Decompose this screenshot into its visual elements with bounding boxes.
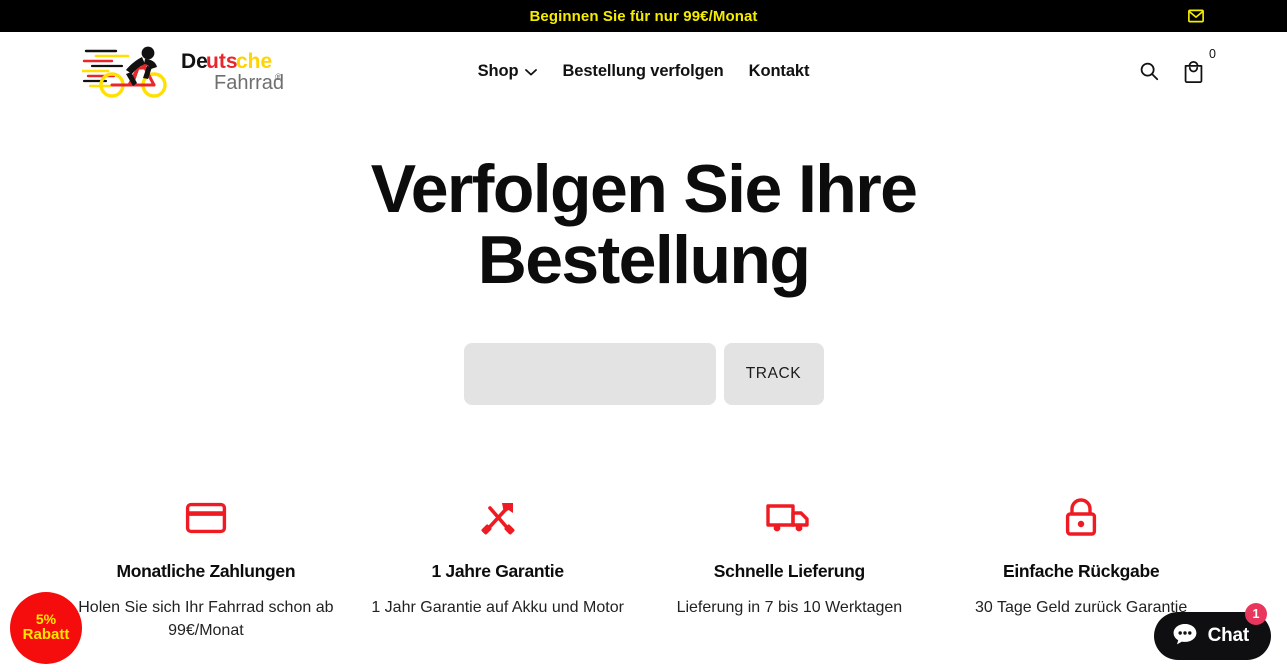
- feature-title: Schnelle Lieferung: [713, 560, 865, 581]
- svg-text:Fahrrad: Fahrrad: [214, 72, 284, 94]
- feature-lieferung: Schnelle Lieferung Lieferung in 7 bis 10…: [644, 495, 936, 643]
- svg-text:De: De: [181, 50, 208, 73]
- nav-item-shop-label: Shop: [477, 61, 519, 80]
- feature-description: Lieferung in 7 bis 10 Werktagen: [676, 598, 903, 616]
- page-title: Verfolgen Sie Ihre Bestellung: [194, 151, 1094, 299]
- nav-item-shop[interactable]: Shop: [478, 62, 538, 81]
- lock-icon: [953, 495, 1209, 541]
- hero-section: Verfolgen Sie Ihre Bestellung TRACK: [0, 110, 1287, 405]
- chat-widget[interactable]: Chat 1: [1153, 603, 1271, 660]
- features-section: Monatliche Zahlungen Holen Sie sich Ihr …: [0, 495, 1287, 643]
- feature-title: Einfache Rückgabe: [1002, 560, 1160, 581]
- feature-garantie: 1 Jahre Garantie 1 Jahr Garantie auf Akk…: [352, 495, 644, 643]
- nav-item-kontakt-label: Kontakt: [748, 61, 810, 80]
- feature-title: Monatliche Zahlungen: [116, 560, 296, 581]
- feature-title: 1 Jahre Garantie: [431, 560, 564, 581]
- cart-button[interactable]: 0: [1182, 48, 1216, 84]
- mail-icon[interactable]: [1187, 7, 1205, 25]
- svg-text:®: ®: [275, 72, 282, 82]
- logo-wordmark: De uts che Fahrrad ®: [180, 46, 284, 96]
- site-header: De uts che Fahrrad ® Shop Bestellung ver…: [0, 32, 1287, 110]
- credit-card-icon: [78, 495, 334, 541]
- announcement-text: Beginnen Sie für nur 99€/Monat: [529, 7, 758, 25]
- track-button[interactable]: TRACK: [723, 342, 824, 405]
- cart-count-badge: 0: [1209, 47, 1216, 61]
- feature-description: 1 Jahr Garantie auf Akku und Motor: [371, 598, 624, 616]
- chat-label: Chat: [1207, 625, 1250, 646]
- feature-description: Holen Sie sich Ihr Fahrrad schon ab 99€/…: [78, 598, 334, 640]
- tools-icon: [370, 495, 626, 541]
- chat-unread-badge: 1: [1245, 603, 1267, 625]
- page-title-line-1: Verfolgen Sie Ihre: [370, 151, 918, 227]
- chat-bubble-icon: [1172, 622, 1198, 651]
- shopping-bag-icon: [1182, 59, 1205, 84]
- header-actions: 0: [1138, 48, 1216, 84]
- search-icon[interactable]: [1138, 60, 1160, 82]
- svg-text:che: che: [236, 50, 272, 73]
- feature-monatliche-zahlungen: Monatliche Zahlungen Holen Sie sich Ihr …: [60, 495, 352, 643]
- cyclist-icon: [80, 43, 176, 99]
- order-number-input[interactable]: [463, 342, 716, 405]
- discount-percent: 5%: [35, 611, 57, 628]
- order-tracking-form: TRACK: [0, 342, 1287, 405]
- site-logo[interactable]: De uts che Fahrrad ®: [80, 43, 284, 99]
- discount-label: Rabatt: [22, 626, 70, 644]
- nav-item-bestellung-verfolgen-label: Bestellung verfolgen: [562, 61, 724, 80]
- discount-badge[interactable]: 5% Rabatt: [10, 592, 82, 664]
- nav-item-kontakt[interactable]: Kontakt: [749, 62, 810, 81]
- announcement-bar: Beginnen Sie für nur 99€/Monat: [0, 0, 1287, 32]
- delivery-truck-icon: [662, 495, 918, 541]
- chevron-down-icon: [525, 68, 538, 76]
- page-title-line-2: Bestellung: [477, 222, 811, 299]
- nav-item-bestellung-verfolgen[interactable]: Bestellung verfolgen: [562, 62, 723, 81]
- svg-text:uts: uts: [206, 50, 238, 73]
